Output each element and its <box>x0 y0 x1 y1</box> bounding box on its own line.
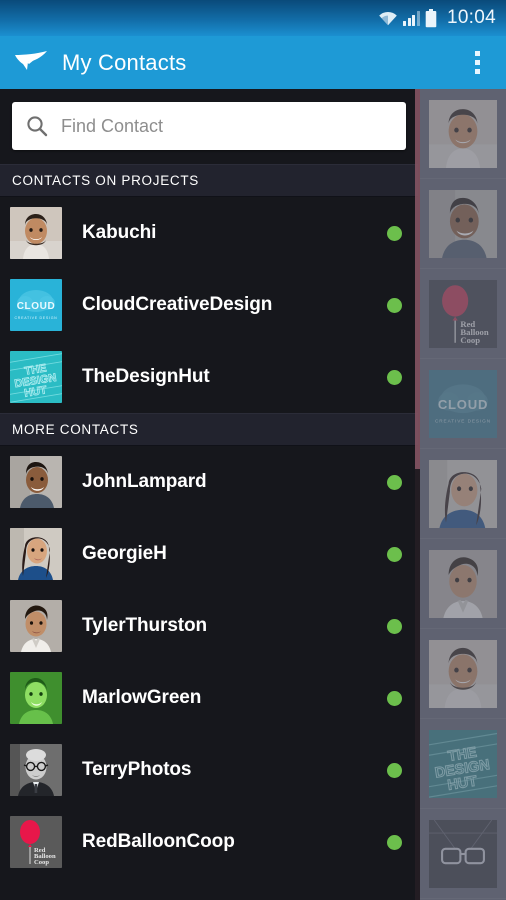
side-drawer-panel[interactable]: Red Balloon Coop CLOUD CREATIVE DESIGN T… <box>420 89 506 900</box>
logo-cloud-icon: CLOUD CREATIVE DESIGN <box>429 369 497 438</box>
logo-glasses-icon <box>429 819 497 888</box>
photo-woman-icon <box>10 528 62 580</box>
avatar: Red Balloon Coop <box>10 816 62 868</box>
photo-man-shirt-icon <box>429 549 497 618</box>
contact-name: TylerThurston <box>82 615 208 636</box>
contact-row-kabuchi[interactable]: Kabuchi <box>0 197 418 269</box>
contact-name: GeorgieH <box>82 543 167 564</box>
drawer-list-item[interactable]: THE DESIGN HUT <box>420 719 506 809</box>
status-badge <box>387 618 402 634</box>
contact-row-georgieh[interactable]: GeorgieH <box>0 518 418 590</box>
status-badge <box>387 369 402 385</box>
svg-text:CLOUD: CLOUD <box>438 397 488 412</box>
drawer-list-item[interactable]: Red Balloon Coop <box>420 269 506 359</box>
section-header-contacts-on-projects: CONTACTS ON PROJECTS <box>0 164 418 197</box>
photo-man-glasses-bw-icon <box>10 744 62 796</box>
photo-man-smiling-2-icon <box>429 639 497 708</box>
avatar: THE DESIGN HUT <box>10 351 62 403</box>
drawer-list-item[interactable] <box>420 629 506 719</box>
contact-name: MarlowGreen <box>82 687 202 708</box>
logo-red-balloon-icon: Red Balloon Coop <box>429 279 497 348</box>
search-container <box>0 89 418 164</box>
avatar <box>10 672 62 724</box>
photo-woman-icon <box>429 459 497 528</box>
drawer-avatar: THE DESIGN HUT <box>429 729 497 798</box>
photo-man-green-icon <box>10 672 62 724</box>
contact-name: TerryPhotos <box>82 759 192 780</box>
contact-row-terryphotos[interactable]: TerryPhotos <box>0 734 418 806</box>
logo-red-balloon-icon: Red Balloon Coop <box>10 816 62 868</box>
logo-design-hut-icon: THE DESIGN HUT <box>10 351 62 403</box>
page-title: My Contacts <box>62 49 187 75</box>
drawer-list-item[interactable] <box>420 179 506 269</box>
photo-man-smiling-icon <box>429 99 497 168</box>
avatar <box>10 528 62 580</box>
contact-row-tylerthurston[interactable]: TylerThurston <box>0 590 418 662</box>
drawer-avatar <box>429 459 497 528</box>
photo-man-shirt-icon <box>10 600 62 652</box>
drawer-avatar: CLOUD CREATIVE DESIGN <box>429 369 497 438</box>
drawer-avatar <box>429 639 497 708</box>
status-time: 10:04 <box>446 7 496 28</box>
photo-man-smiling-icon <box>10 207 62 259</box>
svg-text:Coop: Coop <box>34 859 49 866</box>
status-badge <box>387 690 402 706</box>
photo-man-grey-icon <box>429 189 497 258</box>
drawer-list-item[interactable]: CLOUD CREATIVE DESIGN <box>420 359 506 449</box>
contact-name: RedBalloonCoop <box>82 831 235 852</box>
drawer-list-item[interactable] <box>420 89 506 179</box>
drawer-list-item[interactable] <box>420 809 506 899</box>
status-icon-group: 10:04 <box>378 7 496 29</box>
avatar <box>10 207 62 259</box>
scrollbar-track[interactable] <box>415 89 420 900</box>
contacts-list-panel: CONTACTS ON PROJECTS Kabuchi <box>0 89 418 900</box>
contact-row-johnlampard[interactable]: JohnLampard <box>0 446 418 518</box>
contact-name: JohnLampard <box>82 471 207 492</box>
photo-man-grey-icon <box>10 456 62 508</box>
overflow-menu-icon[interactable] <box>462 43 492 83</box>
contact-name: TheDesignHut <box>82 366 210 387</box>
drawer-avatar <box>429 189 497 258</box>
drawer-avatar: Red Balloon Coop <box>429 279 497 348</box>
svg-text:Coop: Coop <box>460 334 480 344</box>
battery-icon <box>425 8 437 27</box>
avatar <box>10 600 62 652</box>
drawer-list-item[interactable] <box>420 539 506 629</box>
avatar <box>10 744 62 796</box>
drawer-avatar <box>429 99 497 168</box>
drawer-avatar <box>429 819 497 888</box>
drawer-avatar <box>429 549 497 618</box>
status-badge <box>387 834 402 850</box>
wifi-icon <box>379 11 398 26</box>
search-box[interactable] <box>12 102 406 150</box>
svg-text:CREATIVE DESIGN: CREATIVE DESIGN <box>15 316 58 320</box>
search-input[interactable] <box>61 115 392 137</box>
svg-text:CREATIVE DESIGN: CREATIVE DESIGN <box>435 418 491 423</box>
status-bar: 10:04 <box>0 0 506 36</box>
signal-icon <box>403 10 420 26</box>
app-screen: 10:04 My Contacts CONTACTS ON PROJECTS <box>0 0 506 900</box>
contact-name: Kabuchi <box>82 222 157 243</box>
contact-row-marlowgreen[interactable]: MarlowGreen <box>0 662 418 734</box>
section-header-more-contacts: MORE CONTACTS <box>0 413 418 446</box>
svg-text:CLOUD: CLOUD <box>17 301 56 312</box>
contact-name: CloudCreativeDesign <box>82 294 273 315</box>
contact-row-thedesignhut[interactable]: THE DESIGN HUT TheDesignHut <box>0 341 418 413</box>
status-badge <box>387 546 402 562</box>
status-badge <box>387 225 402 241</box>
status-badge <box>387 762 402 778</box>
contact-row-redballooncoop[interactable]: Red Balloon Coop RedBalloonCoop <box>0 806 418 878</box>
status-badge <box>387 474 402 490</box>
logo-design-hut-icon: THE DESIGN HUT <box>429 729 497 798</box>
logo-cloud-icon: CLOUD CREATIVE DESIGN <box>10 279 62 331</box>
app-bar: My Contacts <box>0 36 506 89</box>
status-badge <box>387 297 402 313</box>
search-icon <box>27 116 48 137</box>
bird-logo-icon <box>15 50 47 70</box>
drawer-list-item[interactable] <box>420 449 506 539</box>
avatar <box>10 456 62 508</box>
scrollbar-thumb[interactable] <box>415 89 420 469</box>
contact-row-cloudcreativedesign[interactable]: CLOUD CREATIVE DESIGN CloudCreativeDesig… <box>0 269 418 341</box>
avatar: CLOUD CREATIVE DESIGN <box>10 279 62 331</box>
